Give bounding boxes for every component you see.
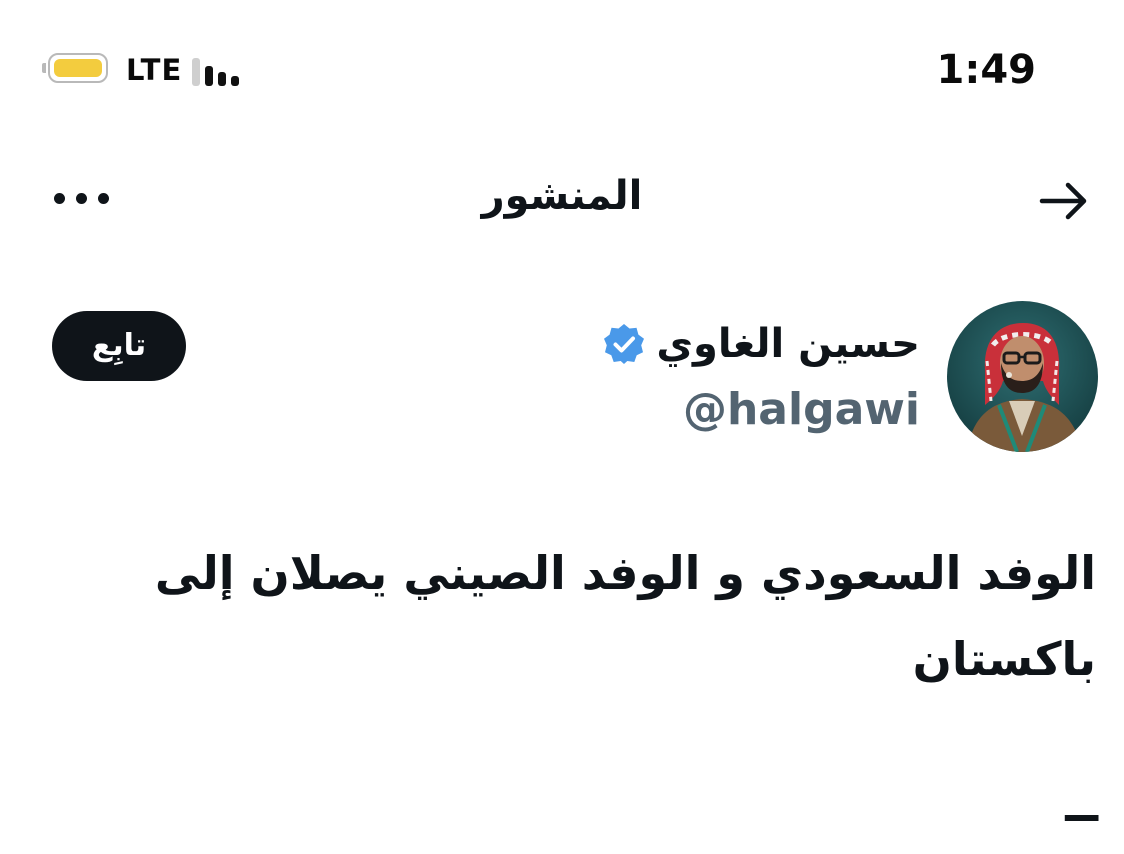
page-title: المنشور: [481, 173, 643, 219]
signal-bar: [231, 76, 239, 86]
post-text-trailing: ــ: [1065, 777, 1098, 833]
post-screen: LTE 1:49 المنشور تابِع حسين الغاوي @halg…: [0, 0, 1124, 854]
signal-bar: [218, 72, 226, 86]
battery-icon: [42, 53, 114, 87]
status-time: 1:49: [936, 47, 1037, 93]
signal-bar: [205, 66, 213, 86]
author-handle[interactable]: @halgawi: [683, 380, 920, 440]
author-display-name: حسين الغاوي: [656, 321, 920, 367]
network-type: LTE: [126, 53, 183, 87]
follow-button[interactable]: تابِع: [52, 311, 186, 381]
back-arrow-icon[interactable]: [1036, 176, 1092, 226]
author-name-row[interactable]: حسين الغاوي: [602, 312, 920, 376]
avatar[interactable]: [947, 301, 1098, 452]
verified-badge-icon: [602, 322, 646, 366]
signal-bar: [192, 58, 200, 86]
signal-strength-icon: [192, 58, 246, 86]
post-text: الوفد السعودي و الوفد الصيني يصلان إلى ب…: [154, 546, 1096, 686]
